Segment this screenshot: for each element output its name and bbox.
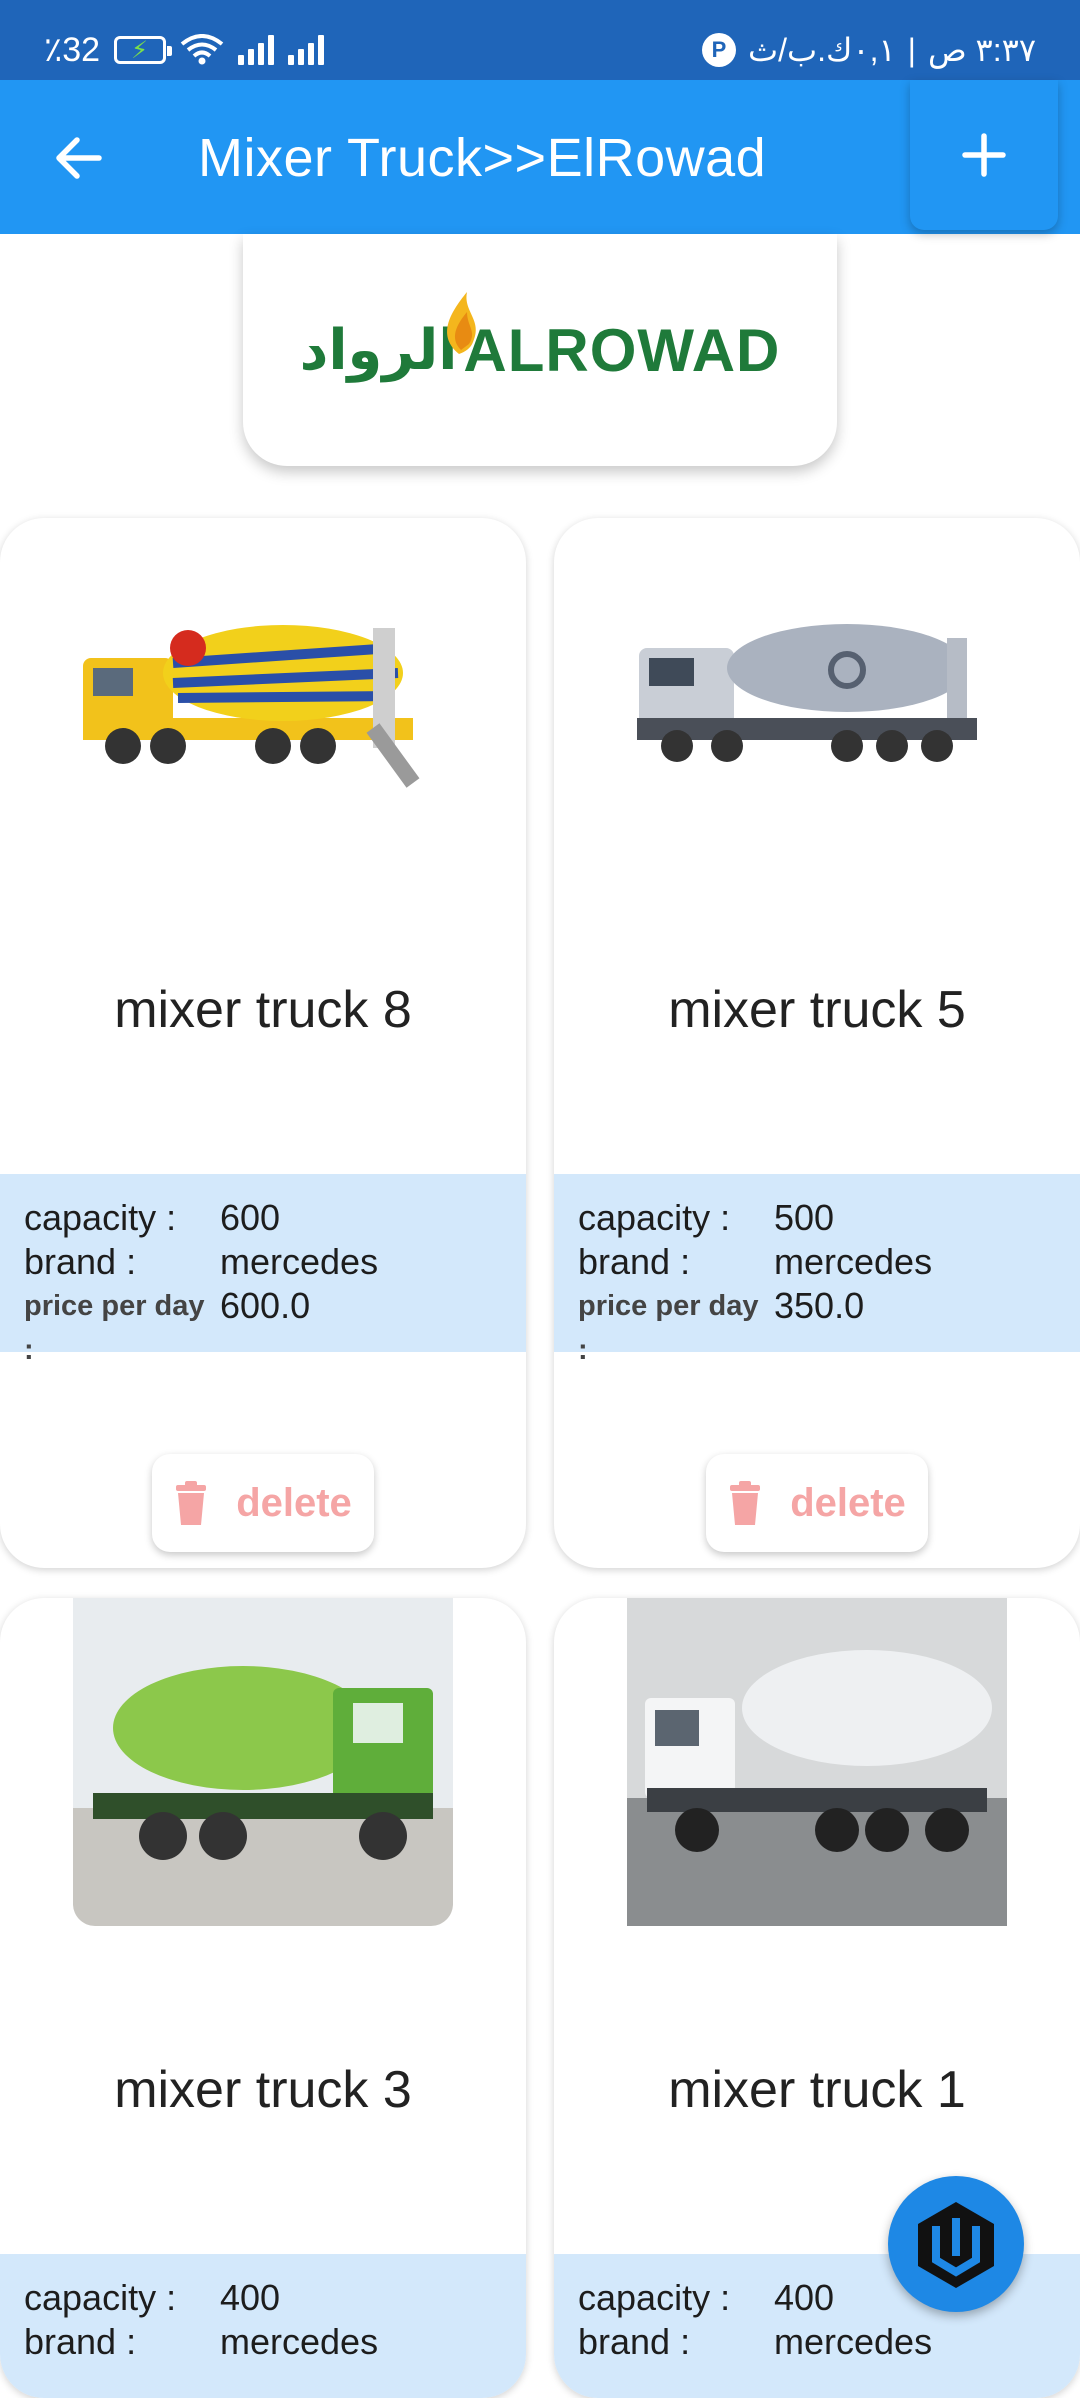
back-button[interactable] — [40, 120, 116, 196]
brand-value: mercedes — [774, 2321, 933, 2362]
truck-image — [554, 598, 1080, 778]
truck-image — [0, 588, 526, 788]
brand-label: brand : — [578, 1241, 691, 1282]
capacity-label: capacity : — [24, 2277, 177, 2318]
delete-button[interactable]: delete — [152, 1454, 374, 1552]
brand-value: mercedes — [774, 1241, 933, 1282]
trash-icon — [176, 1481, 207, 1525]
brand-logo-card: الرواد ALROWAD — [243, 234, 837, 466]
truck-card-1[interactable]: mixer truck 8 capacity : 600 brand : merce… — [0, 518, 526, 1568]
status-divider: | — [907, 31, 916, 68]
capacity-label: capacity : — [578, 2277, 731, 2318]
delete-label: delete — [236, 1480, 352, 1525]
truck-name: mixer truck 3 — [114, 2061, 412, 2119]
truck-image — [554, 1598, 1080, 1926]
clock: ٣:٣٧ ص — [927, 32, 1036, 68]
brand-value: mercedes — [220, 2321, 379, 2362]
add-button[interactable] — [910, 80, 1058, 230]
floating-assistant-button[interactable] — [888, 2176, 1024, 2312]
price-value: 350.0 — [774, 1285, 865, 1326]
truck-name: mixer truck 1 — [668, 2061, 966, 2119]
app-bar: Mixer Truck>>ElRowad — [0, 80, 1080, 234]
truck-image — [0, 1598, 526, 1926]
brand-value: mercedes — [220, 1241, 379, 1282]
app-logo-icon — [918, 2202, 994, 2288]
capacity-value: 400 — [220, 2277, 281, 2318]
status-bar: ٪32 ⚡ P ٠,١ك.ب/ث | ٣:٣٧ ص — [0, 0, 1080, 80]
price-value: 600.0 — [220, 1285, 311, 1326]
data-speed: ٠,١ك.ب/ث — [747, 32, 896, 68]
signal-strength-icon-1 — [238, 35, 275, 65]
battery-charging-icon: ⚡ — [114, 36, 173, 64]
arrow-left-icon — [56, 137, 102, 179]
alrowad-logo: الرواد ALROWAD — [300, 291, 781, 385]
flame-icon — [447, 291, 477, 354]
delete-button[interactable]: delete — [706, 1454, 928, 1552]
notification-icon: P — [701, 33, 736, 67]
truck-image-4 — [627, 1598, 1007, 1926]
truck-image-3 — [73, 1598, 453, 1926]
page-title: Mixer Truck>>ElRowad — [198, 128, 767, 188]
plus-icon — [962, 133, 1006, 177]
trash-icon — [730, 1481, 761, 1525]
capacity-value: 600 — [220, 1197, 281, 1238]
capacity-value: 400 — [774, 2277, 835, 2318]
brand-name-english-text: ALROWAD — [463, 316, 781, 384]
truck-image-2 — [637, 624, 977, 762]
truck-card-2[interactable]: mixer truck 5 capacity : 500 brand : merce… — [554, 518, 1080, 1568]
truck-name: mixer truck 5 — [668, 981, 966, 1039]
price-label: price per day : — [24, 1290, 205, 1366]
capacity-value: 500 — [774, 1197, 835, 1238]
brand-label: brand : — [578, 2321, 691, 2362]
wifi-icon — [180, 34, 224, 65]
brand-name-english: ALROWAD — [447, 291, 781, 385]
price-label: price per day : — [578, 1290, 759, 1366]
truck-card-3[interactable]: mixer truck 3 capacity : 400 brand : merce… — [0, 1598, 526, 2398]
truck-specs: capacity : 500 brand : mercedes price per … — [554, 1174, 1080, 1366]
delete-label: delete — [790, 1480, 906, 1525]
battery-percent: ٪32 — [44, 31, 101, 69]
truck-specs: capacity : 600 brand : mercedes price per … — [0, 1174, 526, 1366]
signal-strength-icon-2 — [288, 35, 325, 65]
truck-image-1 — [83, 625, 420, 788]
brand-label: brand : — [24, 2321, 137, 2362]
capacity-label: capacity : — [578, 1197, 731, 1238]
brand-label: brand : — [24, 1241, 137, 1282]
truck-specs: capacity : 400 brand : mercedes — [0, 2254, 526, 2398]
capacity-label: capacity : — [24, 1197, 177, 1238]
truck-name: mixer truck 8 — [114, 981, 412, 1039]
